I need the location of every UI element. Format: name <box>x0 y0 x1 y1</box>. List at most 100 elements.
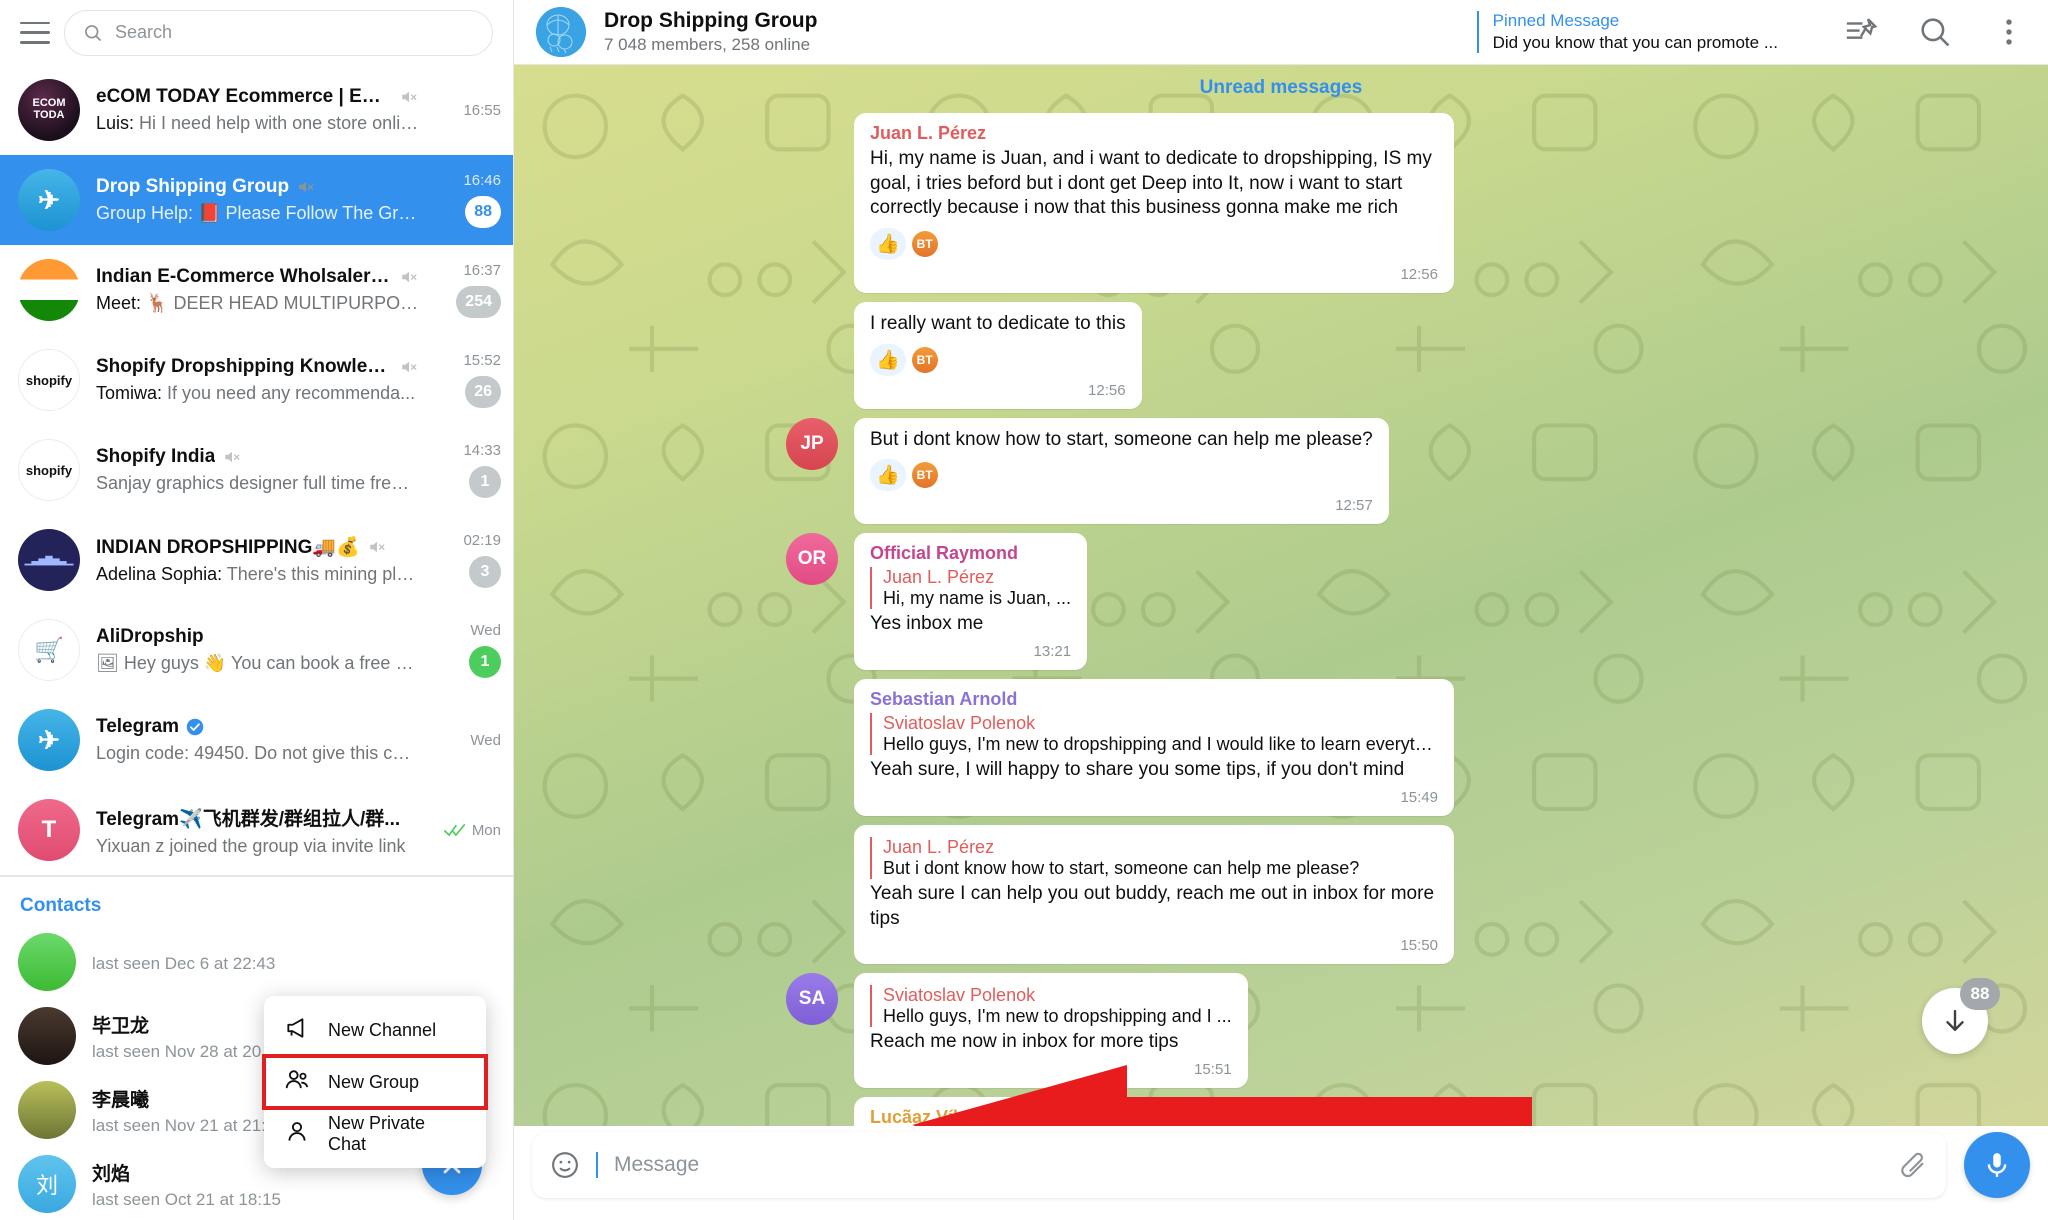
message-author: Lucãaz Víl <box>870 1106 959 1126</box>
message-list: Unread messages Juan L. Pérez Hi, my name… <box>514 65 2048 1126</box>
voice-message-button[interactable] <box>1964 1132 2030 1198</box>
message-bubble[interactable]: But i dont know how to start, someone ca… <box>854 417 1389 525</box>
contact-content: 刘焰 last seen Oct 21 at 18:15 <box>92 1159 281 1210</box>
smiley-icon[interactable] <box>550 1150 580 1180</box>
chat-item-meta: 15:52 26 <box>435 349 501 411</box>
search-input[interactable]: Search <box>64 9 493 56</box>
menu-item-new-channel[interactable]: New Channel <box>264 1004 486 1056</box>
chat-item-title: Drop Shipping Group <box>96 176 290 197</box>
chat-list-item[interactable]: ECOMTODA eCOM TODAY Ecommerce | ENG C... L… <box>0 65 513 155</box>
chat-item-time: Wed <box>470 731 501 749</box>
contact-last-seen: last seen Nov 21 at 21:30 <box>92 1115 285 1135</box>
avatar: ✈ <box>18 169 80 231</box>
chat-item-preview: Sanjay graphics designer full time freel… <box>96 473 419 493</box>
unread-count-badge: 88 <box>1960 978 2000 1010</box>
message-bubble[interactable]: I really want to dedicate to this 👍 BT 12:5… <box>854 302 1142 409</box>
reaction-avatar-chip[interactable]: BT <box>911 459 938 491</box>
chat-item-meta: 16:37 254 <box>435 259 501 321</box>
contact-list-item[interactable]: last seen Dec 6 at 22:43 <box>0 925 513 999</box>
more-options-icon[interactable] <box>1992 15 2026 49</box>
chat-list-item[interactable]: ✈ Telegram Login code: 49450. Do not give … <box>0 695 513 785</box>
reply-quote[interactable]: Juan L. Pérez Hi, my name is Juan, ... <box>870 567 1072 610</box>
text-caret <box>596 1152 598 1178</box>
reaction-avatar-chip[interactable]: BT <box>911 344 938 376</box>
avatar[interactable] <box>536 7 586 57</box>
sidebar-toolbar: Search <box>0 0 513 65</box>
menu-item-new-private-chat[interactable]: New Private Chat <box>264 1108 486 1160</box>
contact-last-seen: last seen Dec 6 at 22:43 <box>92 954 276 973</box>
avatar[interactable]: JP <box>786 417 838 470</box>
unread-badge: 26 <box>465 376 501 408</box>
avatar <box>18 1007 76 1065</box>
unread-badge: 3 <box>469 556 501 588</box>
message-time: 13:21 <box>1033 643 1072 661</box>
contact-last-seen: last seen Nov 28 at 20 <box>92 1041 262 1061</box>
contact-name: 李晨曦 <box>92 1089 150 1111</box>
reaction-chip[interactable]: 👍 <box>870 228 906 261</box>
pinned-messages-icon[interactable] <box>1844 15 1878 49</box>
chat-list-item[interactable]: ✈ Drop Shipping Group Group Help: 📕 Please… <box>0 155 513 245</box>
chat-list[interactable]: ECOMTODA eCOM TODAY Ecommerce | ENG C... L… <box>0 65 513 875</box>
chat-item-content: Shopify India Sanjay graphics designer fu… <box>96 446 419 494</box>
reply-author: Sviatoslav Polenok <box>883 713 1036 734</box>
contacts-header: Contacts <box>20 895 102 916</box>
reply-text: But i dont know how to start, someone ca… <box>883 857 1360 878</box>
chat-item-preview: Meet: 🦌 DEER HEAD MULTIPURPOS... <box>96 293 419 313</box>
chat-list-item[interactable]: T Telegram✈️飞机群发/群组拉人/群... Yixuan z joined… <box>0 785 513 875</box>
chat-item-meta: 14:33 1 <box>435 439 501 501</box>
scroll-to-bottom-button[interactable]: 88 <box>1922 978 2000 1054</box>
reply-quote[interactable]: Sviatoslav Polenok Hello guys, I'm new to… <box>870 713 1438 756</box>
chat-item-title: Shopify Dropshipping Knowledge ... <box>96 356 392 377</box>
message-bubble[interactable]: Lucãaz VílSviatoslav PolenokHello guys, … <box>854 1096 1080 1126</box>
paperclip-icon[interactable] <box>1898 1150 1928 1180</box>
message-input[interactable]: Message <box>532 1132 1946 1198</box>
reaction-avatar-chip[interactable]: BT <box>911 228 938 260</box>
message-author: Official Raymond <box>870 543 1019 564</box>
message-bubble[interactable]: Sviatoslav Polenok Hello guys, I'm new to… <box>854 973 1248 1088</box>
chat-item-content: Telegram✈️飞机群发/群组拉人/群... Yixuan z joined … <box>96 804 419 857</box>
chat-list-item[interactable]: 🛒 AliDropship 🖼 Hey guys 👋 You can book a … <box>0 605 513 695</box>
menu-item-new-group[interactable]: New Group <box>262 1054 488 1110</box>
avatar: 刘 <box>18 1155 76 1213</box>
message-composer: Message <box>514 1126 2048 1220</box>
message-bubble[interactable]: Official Raymond Juan L. Pérez Hi, my name… <box>854 533 1088 671</box>
muted-icon <box>299 181 314 193</box>
message-row: Juan L. Pérez But i dont know how to star… <box>514 824 2048 973</box>
message-time: 15:49 <box>1400 788 1438 806</box>
pinned-message[interactable]: Pinned Message Did you know that you can… <box>1476 11 1778 53</box>
message-bubble[interactable]: Sebastian Arnold Sviatoslav Polenok Hello … <box>854 679 1454 816</box>
chat-list-item[interactable]: ▁▃▅▇▅▃▁ INDIAN DROPSHIPPING🚚💰 Adelina Soph… <box>0 515 513 605</box>
pinned-message-label: Pinned Message <box>1492 11 1620 30</box>
message-bubble[interactable]: Juan L. Pérez But i dont know how to star… <box>854 824 1454 965</box>
new-chat-context-menu[interactable]: New Channel New Group New Private Chat <box>262 996 488 1168</box>
chat-list-item[interactable]: shopify Shopify India Sanjay graphics desi… <box>0 425 513 515</box>
reactions[interactable]: 👍 BT <box>870 459 1373 492</box>
message-text: I really want to dedicate to this <box>870 313 1126 335</box>
pinned-message-text: Did you know that you can promote ... <box>1492 33 1778 52</box>
message-bubble[interactable]: Juan L. Pérez Hi, my name is Juan, and i … <box>854 113 1454 294</box>
avatar[interactable]: SA <box>786 973 838 1026</box>
chat-list-item[interactable]: Indian E-Commerce Wholsaler B2... Meet: 🦌… <box>0 245 513 335</box>
reactions[interactable]: 👍 BT <box>870 228 1438 261</box>
reaction-chip[interactable]: 👍 <box>870 343 906 376</box>
messages-scroll[interactable]: Juan L. Pérez Hi, my name is Juan, and i … <box>514 65 2048 1126</box>
chat-item-content: eCOM TODAY Ecommerce | ENG C... Luis: Hi … <box>96 86 419 134</box>
message-row: SA Sviatoslav Polenok Hello guys, I'm new … <box>514 973 2048 1097</box>
avatar[interactable]: OR <box>786 533 838 586</box>
chat-item-title: Shopify India <box>96 446 216 467</box>
avatar: BT <box>911 231 938 258</box>
hamburger-icon[interactable] <box>20 21 50 44</box>
contact-name: 毕卫龙 <box>92 1015 150 1037</box>
reply-quote[interactable]: Sviatoslav Polenok Hello guys, I'm new to… <box>870 985 1232 1028</box>
reply-quote[interactable]: Juan L. Pérez But i dont know how to star… <box>870 836 1438 879</box>
reply-text: Hi, my name is Juan, ... <box>883 588 1072 609</box>
search-icon[interactable] <box>1918 15 1952 49</box>
muted-icon <box>369 541 385 553</box>
chat-list-item[interactable]: shopify Shopify Dropshipping Knowledge ..… <box>0 335 513 425</box>
menu-item-label: New Channel <box>328 1019 437 1040</box>
chat-item-meta: 02:19 3 <box>435 529 501 591</box>
chat-item-title: eCOM TODAY Ecommerce | ENG C... <box>96 86 392 107</box>
verified-badge-icon <box>186 718 204 736</box>
reaction-chip[interactable]: 👍 <box>870 459 906 492</box>
reactions[interactable]: 👍 BT <box>870 343 1126 376</box>
